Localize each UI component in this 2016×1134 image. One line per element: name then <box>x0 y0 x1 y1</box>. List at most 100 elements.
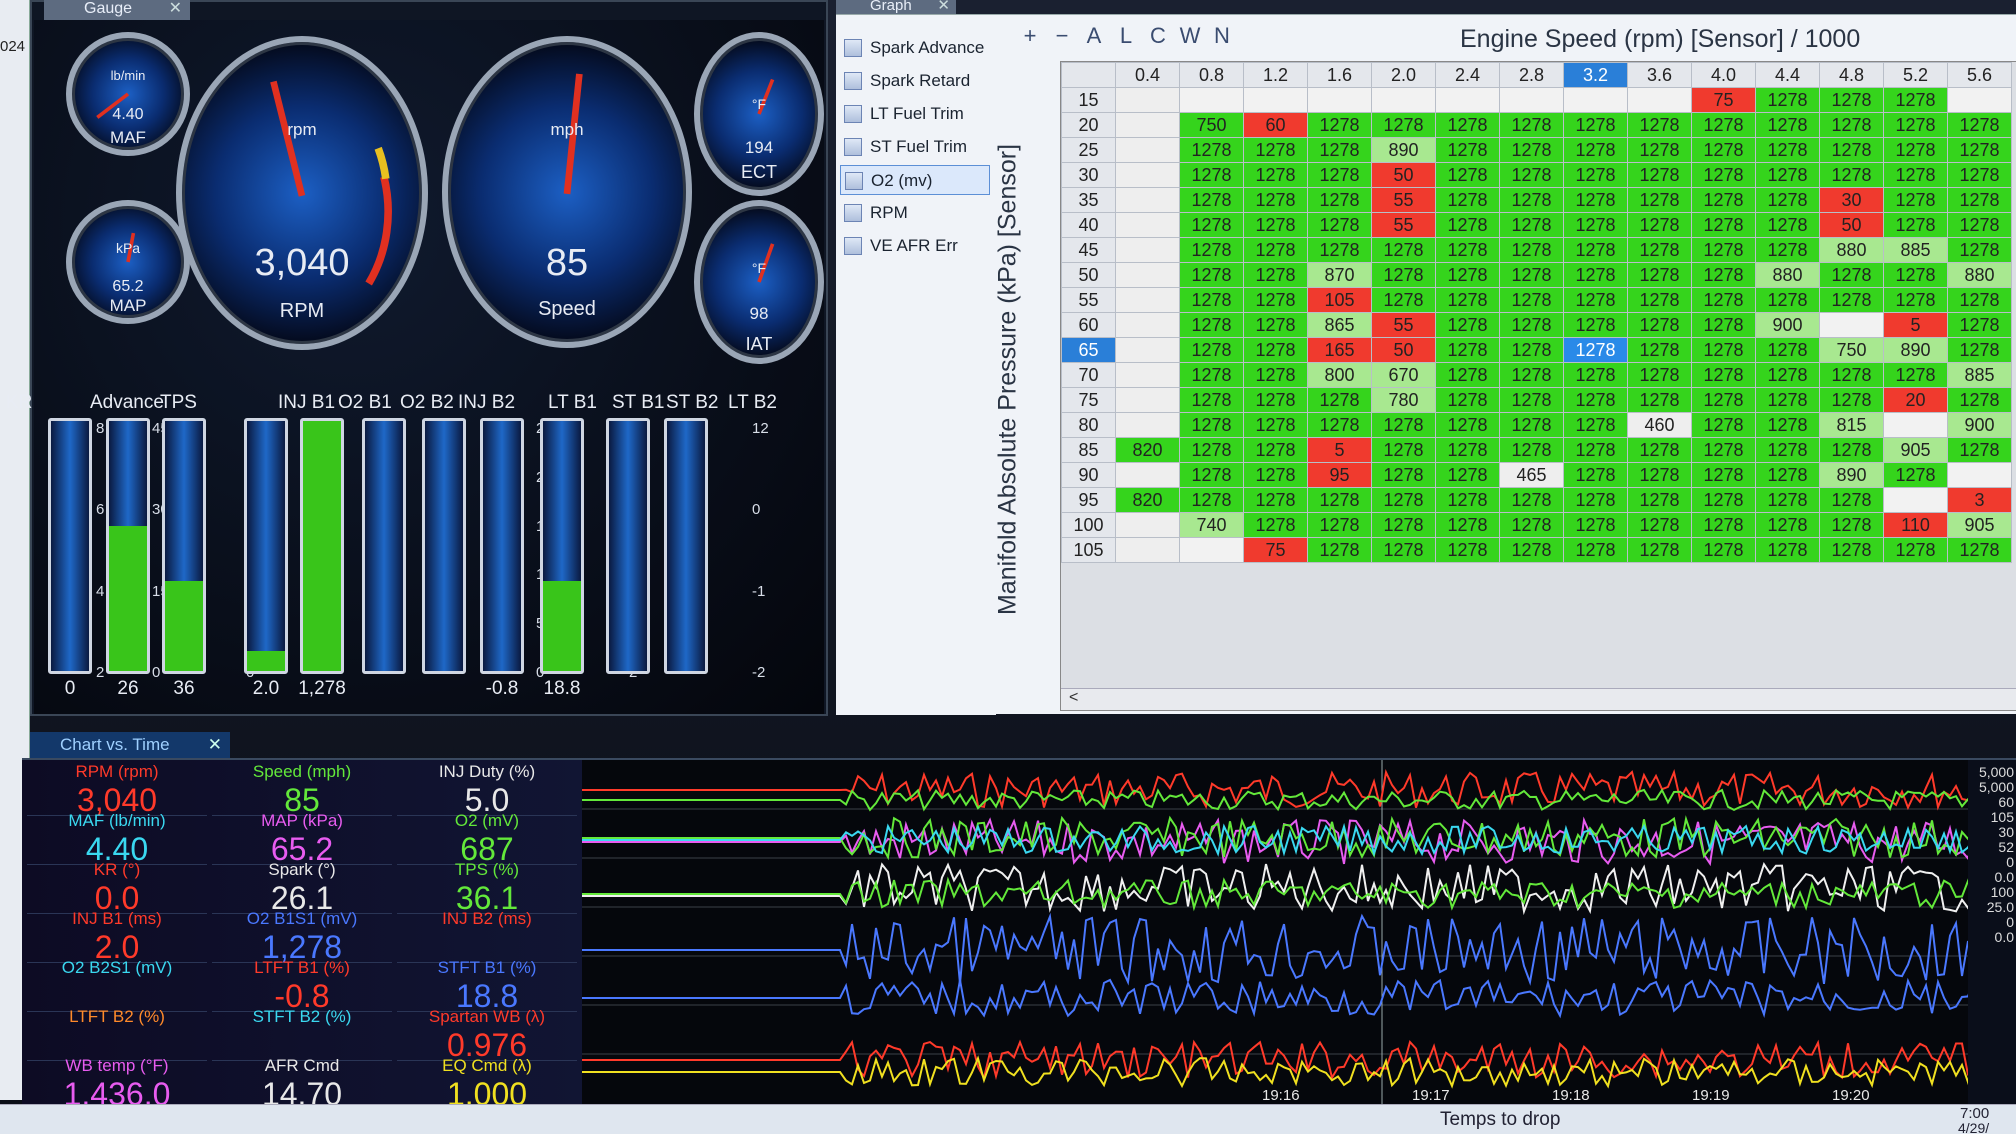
table-cell[interactable]: 75 <box>1243 537 1308 563</box>
table-cell[interactable]: 1278 <box>1627 287 1692 313</box>
table-cell[interactable]: 1278 <box>1755 112 1820 138</box>
table-cell[interactable]: 105 <box>1307 287 1372 313</box>
table-cell[interactable]: 1278 <box>1691 412 1756 438</box>
table-row-header[interactable]: 25 <box>1061 137 1116 163</box>
graph-toolbar-button[interactable]: − <box>1046 21 1078 51</box>
table-cell[interactable]: 1278 <box>1179 137 1244 163</box>
table-cell[interactable]: 1278 <box>1243 362 1308 388</box>
table-cell[interactable]: 1278 <box>1179 437 1244 463</box>
table-cell[interactable]: 1278 <box>1563 212 1628 238</box>
table-cell[interactable]: 1278 <box>1819 387 1884 413</box>
table-row-header[interactable]: 105 <box>1061 537 1116 563</box>
table-row-header[interactable]: 85 <box>1061 437 1116 463</box>
table-cell[interactable]: 1278 <box>1563 537 1628 563</box>
close-icon[interactable]: ✕ <box>169 0 182 18</box>
table-cell[interactable]: 1278 <box>1947 537 2012 563</box>
table-cell[interactable]: 1278 <box>1243 187 1308 213</box>
horizontal-scrollbar[interactable]: < <box>1061 688 2016 710</box>
table-row-header[interactable]: 60 <box>1061 312 1116 338</box>
table-row-header[interactable]: 50 <box>1061 262 1116 288</box>
table-cell[interactable]: 1278 <box>1307 237 1372 263</box>
table-cell[interactable]: 1278 <box>1371 437 1436 463</box>
table-cell[interactable]: 1278 <box>1627 362 1692 388</box>
table-cell[interactable]: 1278 <box>1435 112 1500 138</box>
graph-list-item[interactable]: VE AFR Err <box>840 231 990 261</box>
table-cell[interactable]: 55 <box>1371 312 1436 338</box>
table-cell[interactable]: 1278 <box>1691 437 1756 463</box>
table-cell[interactable]: 1278 <box>1499 187 1564 213</box>
table-cell[interactable]: 1278 <box>1563 487 1628 513</box>
table-cell[interactable]: 165 <box>1307 337 1372 363</box>
table-cell[interactable]: 1278 <box>1307 387 1372 413</box>
table-cell[interactable]: 1278 <box>1307 187 1372 213</box>
table-cell[interactable]: 1278 <box>1435 512 1500 538</box>
table-row-header[interactable]: 35 <box>1061 187 1116 213</box>
table-cell[interactable]: 1278 <box>1499 487 1564 513</box>
table-cell[interactable]: 1278 <box>1627 437 1692 463</box>
table-cell[interactable]: 1278 <box>1243 287 1308 313</box>
table-cell[interactable]: 1278 <box>1243 437 1308 463</box>
table-cell[interactable] <box>1307 87 1372 113</box>
graph-list-item[interactable]: LT Fuel Trim <box>840 99 990 129</box>
table-cell[interactable] <box>1883 412 1948 438</box>
table-cell[interactable] <box>1179 87 1244 113</box>
table-cell[interactable]: 1278 <box>1243 412 1308 438</box>
table-cell[interactable]: 1278 <box>1819 437 1884 463</box>
table-cell[interactable]: 1278 <box>1499 362 1564 388</box>
table-cell[interactable]: 1278 <box>1883 187 1948 213</box>
table-cell[interactable]: 1278 <box>1243 137 1308 163</box>
table-cell[interactable]: 880 <box>1819 237 1884 263</box>
table-cell[interactable] <box>1115 387 1180 413</box>
table-cell[interactable]: 60 <box>1243 112 1308 138</box>
table-cell[interactable]: 1278 <box>1499 537 1564 563</box>
table-cell[interactable] <box>1115 187 1180 213</box>
table-cell[interactable]: 1278 <box>1243 337 1308 363</box>
table-cell[interactable]: 1278 <box>1947 112 2012 138</box>
table-cell[interactable]: 1278 <box>1563 362 1628 388</box>
table-cell[interactable]: 1278 <box>1691 237 1756 263</box>
table-cell[interactable]: 1278 <box>1499 337 1564 363</box>
table-row-header[interactable]: 95 <box>1061 487 1116 513</box>
table-cell[interactable] <box>1115 262 1180 288</box>
table-cell[interactable] <box>1947 462 2012 488</box>
table-cell[interactable]: 75 <box>1691 87 1756 113</box>
graph-toolbar-button[interactable]: C <box>1142 21 1174 51</box>
table-cell[interactable]: 1278 <box>1179 187 1244 213</box>
table-column-header[interactable]: 2.0 <box>1371 62 1436 88</box>
scroll-left-icon[interactable]: < <box>1069 689 1078 707</box>
table-row-header[interactable]: 20 <box>1061 112 1116 138</box>
graph-list-item[interactable]: O2 (mv) <box>840 165 990 195</box>
table-cell[interactable]: 30 <box>1819 187 1884 213</box>
weather-text[interactable]: Temps to drop <box>1440 1109 1560 1131</box>
table-cell[interactable]: 1278 <box>1563 387 1628 413</box>
table-cell[interactable]: 1278 <box>1563 137 1628 163</box>
table-cell[interactable]: 1278 <box>1499 212 1564 238</box>
table-cell[interactable]: 1278 <box>1755 162 1820 188</box>
table-cell[interactable]: 1278 <box>1691 312 1756 338</box>
table-cell[interactable] <box>1115 137 1180 163</box>
close-icon[interactable]: ✕ <box>208 732 222 758</box>
table-cell[interactable]: 880 <box>1947 262 2012 288</box>
table-cell[interactable]: 1278 <box>1307 112 1372 138</box>
table-cell[interactable]: 1278 <box>1179 412 1244 438</box>
table-cell[interactable]: 900 <box>1755 312 1820 338</box>
table-cell[interactable]: 1278 <box>1691 337 1756 363</box>
table-cell[interactable]: 1278 <box>1819 537 1884 563</box>
table-cell[interactable]: 1278 <box>1947 237 2012 263</box>
table-cell[interactable]: 1278 <box>1179 387 1244 413</box>
table-cell[interactable]: 1278 <box>1499 387 1564 413</box>
table-cell[interactable]: 1278 <box>1755 212 1820 238</box>
table-cell[interactable]: 1278 <box>1563 262 1628 288</box>
table-cell[interactable]: 1278 <box>1883 287 1948 313</box>
table-cell[interactable]: 1278 <box>1435 312 1500 338</box>
table-cell[interactable]: 670 <box>1371 362 1436 388</box>
table-cell[interactable]: 815 <box>1819 412 1884 438</box>
clock-date[interactable]: 4/29/ <box>1958 1120 1989 1134</box>
table-cell[interactable]: 5 <box>1307 437 1372 463</box>
table-cell[interactable] <box>1499 87 1564 113</box>
table-cell[interactable]: 1278 <box>1627 262 1692 288</box>
table-cell[interactable]: 1278 <box>1179 362 1244 388</box>
table-cell[interactable]: 1278 <box>1499 412 1564 438</box>
table-cell[interactable]: 3 <box>1947 487 2012 513</box>
table-cell[interactable]: 1278 <box>1627 112 1692 138</box>
